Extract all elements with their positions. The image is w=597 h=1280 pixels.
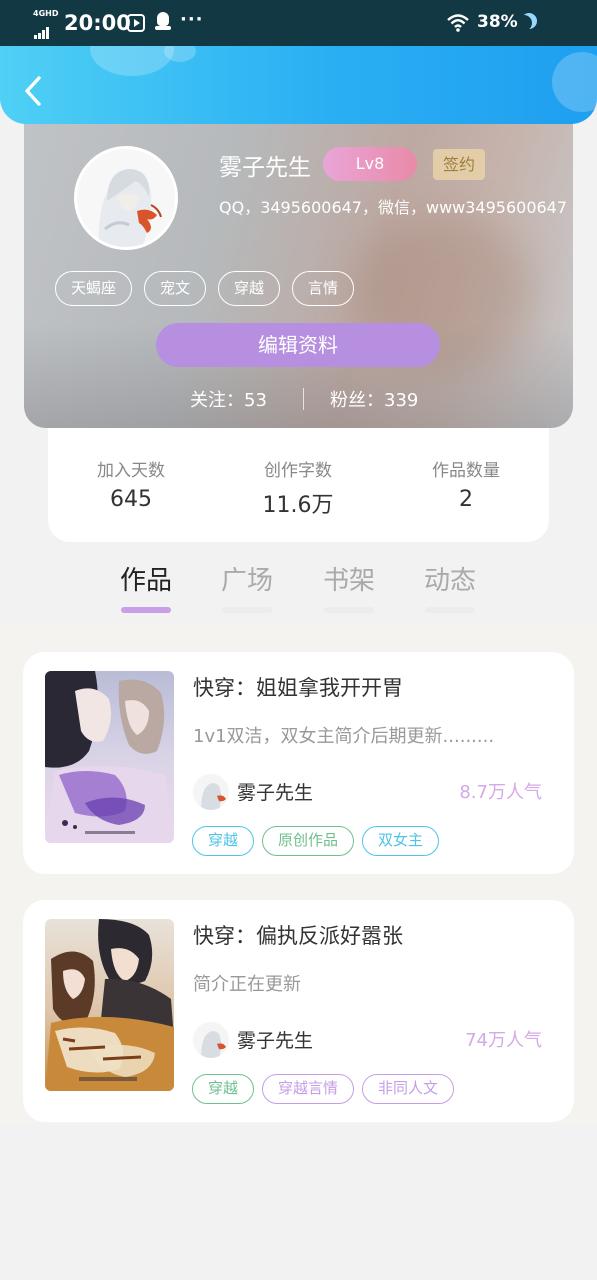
back-button[interactable]	[20, 74, 48, 108]
stat-value: 11.6万	[262, 493, 334, 518]
avatar-illustration	[77, 149, 175, 247]
author-avatar-art	[193, 774, 229, 810]
work-tag: 原创作品	[262, 826, 355, 856]
tab-activity[interactable]: 动态	[410, 560, 490, 613]
stat-works-count: 作品数量 2	[391, 456, 541, 512]
work-description: 1v1双洁，双女主简介后期更新.........	[193, 726, 495, 747]
profile-tag: 穿越	[218, 271, 281, 306]
tab-underline	[121, 607, 171, 613]
profile-tag: 天蝎座	[55, 271, 133, 306]
qq-penguin-icon	[155, 12, 171, 32]
stat-label: 加入天数	[97, 461, 165, 481]
work-tag: 穿越言情	[262, 1074, 355, 1104]
network-type: 4GHD	[33, 9, 59, 18]
tab-label: 动态	[423, 566, 476, 596]
decor-bubble	[552, 52, 597, 112]
work-card[interactable]: 快穿：偏执反派好嚣张 简介正在更新 雾子先生 74万人气 穿越 穿越言情 非同人文	[23, 900, 574, 1122]
divider	[303, 388, 304, 410]
tab-label: 书架	[322, 566, 375, 596]
author-avatar	[193, 774, 229, 810]
work-tags: 穿越 穿越言情 非同人文	[192, 1074, 462, 1104]
tab-label: 作品	[119, 566, 172, 596]
profile-tags: 天蝎座 宠文 穿越 言情	[55, 271, 366, 307]
followers-count[interactable]: 粉丝：339	[330, 386, 418, 412]
status-bar: 4GHD 20:00 ··· 38%	[0, 0, 597, 46]
author-avatar	[193, 1022, 229, 1058]
battery-level: 38%	[477, 12, 518, 32]
work-description: 简介正在更新	[193, 974, 301, 995]
stat-value: 2	[459, 487, 473, 512]
tab-works[interactable]: 作品	[106, 560, 186, 613]
edit-profile-button[interactable]: 编辑资料	[156, 323, 440, 367]
tab-bookshelf[interactable]: 书架	[309, 560, 389, 613]
header-bar	[0, 46, 597, 124]
work-author: 雾子先生	[237, 782, 314, 804]
work-popularity: 74万人气	[465, 1030, 542, 1051]
book-cover[interactable]	[45, 671, 174, 843]
username: 雾子先生	[219, 155, 311, 181]
work-popularity: 8.7万人气	[459, 782, 542, 803]
profile-tag: 言情	[292, 271, 355, 306]
tab-square[interactable]: 广场	[207, 560, 287, 613]
work-title: 快穿：姐姐拿我开开胃	[193, 676, 403, 700]
clock: 20:00	[64, 11, 131, 35]
book-cover[interactable]	[45, 919, 174, 1091]
book-cover-art	[45, 671, 174, 843]
tab-label: 广场	[220, 566, 273, 596]
work-card[interactable]: 快穿：姐姐拿我开开胃 1v1双洁，双女主简介后期更新......... 雾子先生…	[23, 652, 574, 874]
work-tag: 非同人文	[362, 1074, 455, 1104]
profile-tag: 宠文	[144, 271, 207, 306]
work-tag: 双女主	[362, 826, 440, 856]
work-tags: 穿越 原创作品 双女主	[192, 826, 447, 856]
stat-label: 作品数量	[432, 461, 500, 481]
decor-bubble	[90, 46, 174, 76]
profile-card: 雾子先生 Lv8 签约 QQ，3495600647，微信，www34956006…	[24, 124, 573, 428]
wifi-icon	[447, 14, 469, 32]
stat-value: 645	[110, 487, 152, 512]
follow-stats: 关注：53 粉丝：339	[24, 386, 573, 412]
tab-underline	[324, 607, 374, 613]
author-avatar-art	[193, 1022, 229, 1058]
video-app-icon	[127, 14, 145, 32]
stat-join-days: 加入天数 645	[56, 456, 206, 512]
work-title: 快穿：偏执反派好嚣张	[193, 924, 403, 948]
following-count[interactable]: 关注：53	[190, 386, 267, 412]
avatar[interactable]	[74, 146, 178, 250]
work-tag: 穿越	[192, 826, 255, 856]
stat-word-count: 创作字数 11.6万	[223, 456, 373, 519]
content-tabs: 作品 广场 书架 动态	[0, 552, 597, 622]
do-not-disturb-moon-icon	[521, 13, 537, 29]
level-badge: Lv8	[323, 147, 417, 181]
more-notifications-icon: ···	[180, 9, 204, 30]
work-author: 雾子先生	[237, 1030, 314, 1052]
book-cover-art	[45, 919, 174, 1091]
tab-underline	[222, 607, 272, 613]
author-stats: 加入天数 645 创作字数 11.6万 作品数量 2	[48, 428, 549, 542]
signal-icon	[34, 20, 50, 39]
contact-info: QQ，3495600647，微信，www3495600647	[219, 198, 568, 217]
signed-badge: 签约	[433, 149, 485, 180]
tab-underline	[425, 607, 475, 613]
work-tag: 穿越	[192, 1074, 255, 1104]
stat-label: 创作字数	[264, 461, 332, 481]
